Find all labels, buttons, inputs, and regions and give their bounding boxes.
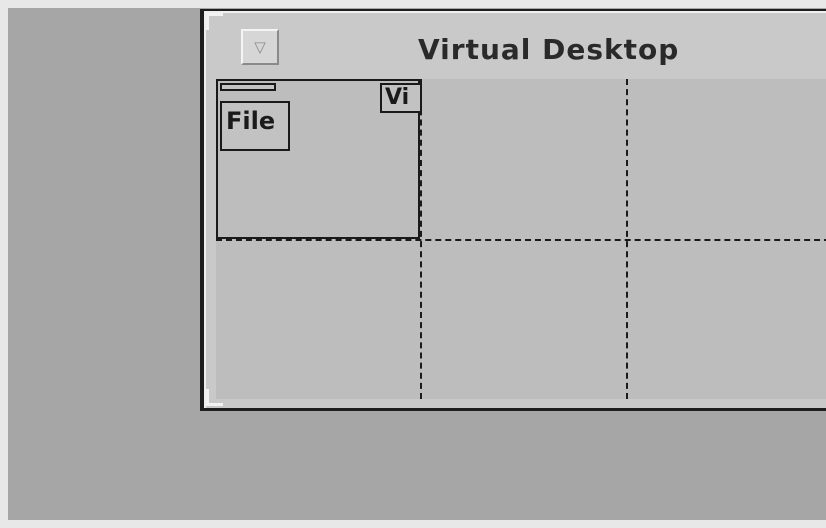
window-titlebar[interactable]: ▽ Virtual Desktop [212,17,826,79]
window-title: Virtual Desktop [418,33,680,66]
pager-row-divider [216,239,826,241]
desktop-pager[interactable]: File Vi [216,79,826,399]
mini-window-label: File [226,107,276,135]
window-menu-icon: ▽ [254,37,266,56]
screen-left-edge [0,0,8,528]
pager-mini-window[interactable] [220,83,276,91]
pager-mini-window-virtual-desktop[interactable]: Vi [380,83,422,113]
virtual-desktop-window[interactable]: ▽ Virtual Desktop File Vi [200,9,826,411]
screen-top-edge [0,0,826,8]
screen-bottom-edge [0,520,826,528]
pager-mini-window-file[interactable]: File [220,101,290,151]
window-menu-button[interactable]: ▽ [241,29,279,65]
mini-window-label: Vi [385,85,410,110]
current-desktop-viewport[interactable]: File Vi [216,79,422,239]
